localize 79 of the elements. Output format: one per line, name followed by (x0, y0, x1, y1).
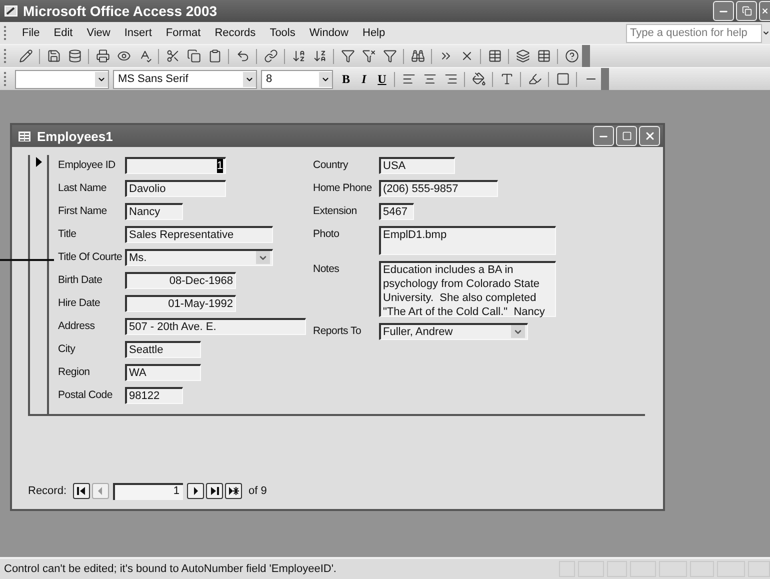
field-label: Last Name (58, 181, 108, 196)
navigation-button[interactable] (186, 483, 204, 499)
toolbar-grip[interactable] (4, 49, 9, 63)
restore-icon (742, 6, 752, 16)
text-field[interactable]: USA (379, 157, 455, 174)
help-search-field[interactable]: Type a question for help (626, 24, 762, 42)
first-record-icon (76, 486, 87, 496)
style-button[interactable]: U (373, 70, 391, 88)
field-label: Birth Date (58, 273, 104, 288)
maximize-icon (622, 131, 632, 141)
toolbar-grip[interactable] (4, 72, 9, 86)
window-title: Microsoft Office Access 2003 (23, 3, 218, 19)
font-size-combo-box[interactable]: 8 (261, 70, 333, 88)
form-title: Employees1 (37, 128, 114, 144)
field-label: Notes (313, 262, 340, 277)
field-label: Reports To (313, 324, 362, 339)
font-combo-box[interactable]: MS Sans Serif (113, 70, 257, 88)
menu-item[interactable]: Edit (46, 27, 80, 39)
text-field[interactable]: Davolio (125, 180, 226, 197)
field-label: Extension (313, 204, 358, 219)
text-field[interactable]: WA (125, 364, 201, 381)
field-label: City (58, 342, 76, 357)
menu-item[interactable]: View (80, 27, 118, 39)
close-button[interactable] (759, 1, 770, 21)
text-field[interactable]: 08-Dec-1968 (125, 272, 236, 289)
text-field[interactable]: Nancy (125, 203, 183, 220)
navigation-button[interactable] (72, 483, 90, 499)
field-label: Address (58, 319, 96, 334)
menu-item[interactable]: Insert (117, 27, 159, 39)
minimize-button[interactable] (593, 126, 614, 146)
field-label: Region (58, 365, 91, 380)
menu-item[interactable]: Tools (262, 27, 302, 39)
record-count: of 9 (248, 485, 267, 497)
close-icon (761, 7, 769, 15)
text-field[interactable]: 1 (125, 157, 226, 174)
menu-item[interactable]: Window (302, 27, 356, 39)
field-label: Title (58, 227, 78, 242)
record-label: Record: (28, 485, 67, 497)
field-label: Country (313, 158, 350, 173)
text-field[interactable]: 5467 (379, 203, 414, 220)
app-icon (4, 4, 18, 18)
restore-button[interactable] (736, 1, 757, 21)
leader-line (0, 259, 54, 261)
navigation-button[interactable] (206, 483, 223, 499)
record-number-field[interactable]: 1 (112, 482, 183, 500)
record-selector[interactable] (28, 155, 49, 414)
menu-item[interactable]: Records (208, 27, 263, 39)
combo-box[interactable]: Ms. (125, 249, 273, 266)
field-label: Home Phone (313, 181, 373, 196)
field-label: Employee ID (58, 158, 116, 173)
close-button[interactable] (639, 126, 660, 146)
menu-item[interactable]: File (15, 27, 47, 39)
field-label: Title Of Courte (58, 250, 124, 265)
close-icon (644, 130, 656, 142)
toolbar-grip[interactable] (4, 26, 9, 40)
text-field[interactable]: 01-May-1992 (125, 295, 236, 312)
maximize-button[interactable] (616, 126, 637, 146)
minimize-button[interactable] (713, 1, 734, 21)
text-field[interactable]: Seattle (125, 341, 201, 358)
style-button[interactable]: I (355, 70, 373, 88)
field-label: Postal Code (58, 388, 114, 403)
text-area[interactable]: Education includes a BA in psychology from Colorado State University. She also completed "The Art of the Cold Call." Nancy (379, 261, 556, 317)
field-label: First Name (58, 204, 108, 219)
form-icon (18, 130, 31, 142)
last-record-icon (208, 486, 220, 496)
text-field[interactable]: 507 - 20th Ave. E. (125, 318, 306, 335)
navigation-button[interactable] (224, 483, 242, 499)
text-field[interactable]: 98122 (125, 387, 183, 404)
text-area[interactable]: EmplD1.bmp (379, 226, 556, 255)
style-button[interactable]: B (337, 70, 355, 88)
current-record-icon (36, 157, 42, 167)
menu-item[interactable]: Format (158, 27, 208, 39)
status-message: Control can't be edited; it's bound to AutoNumber field 'EmployeeID'. (3, 563, 338, 575)
text-field[interactable]: Sales Representative (125, 226, 273, 243)
combo-box[interactable]: Fuller, Andrew (379, 323, 528, 340)
field-label: Hire Date (58, 296, 102, 311)
menu-item[interactable]: Help (356, 27, 392, 39)
text-field[interactable]: (206) 555-9857 (379, 180, 498, 197)
field-label: Photo (313, 227, 340, 242)
